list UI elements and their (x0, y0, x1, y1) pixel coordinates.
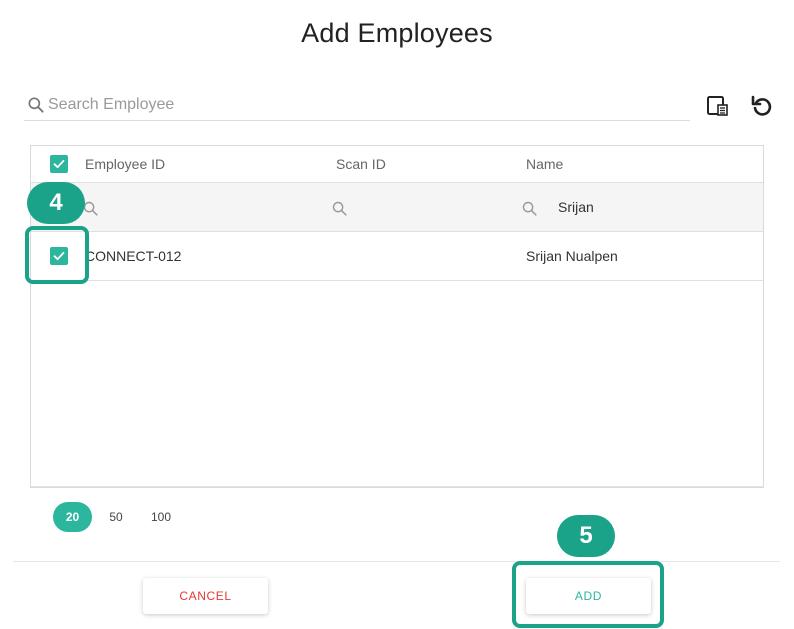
cell-name: Srijan Nualpen (526, 248, 618, 264)
search-icon (332, 201, 347, 216)
column-chooser-icon (707, 96, 728, 116)
grid-footer-line (30, 486, 764, 487)
page-size-option[interactable]: 50 (100, 502, 132, 532)
column-chooser-button[interactable] (705, 94, 729, 118)
footer-divider (13, 561, 780, 562)
page-size-option[interactable]: 20 (53, 502, 92, 532)
filter-row: Srijan (31, 183, 763, 232)
select-all-checkbox[interactable] (50, 155, 68, 173)
refresh-icon (751, 95, 772, 116)
column-header-employee-id[interactable]: Employee ID (85, 156, 165, 172)
cancel-button[interactable]: CANCEL (143, 578, 268, 614)
callout-badge-step-5: 5 (557, 515, 615, 557)
search-input[interactable] (48, 96, 648, 114)
callout-highlight-step-4 (25, 226, 89, 284)
page-size-option[interactable]: 100 (144, 502, 178, 532)
dialog-title: Add Employees (301, 18, 493, 48)
add-button[interactable]: ADD (526, 578, 651, 614)
column-header-name[interactable]: Name (526, 156, 563, 172)
grid-header: Employee ID Scan ID Name (31, 146, 763, 183)
search-bar (24, 90, 690, 121)
search-icon (522, 201, 537, 216)
checkmark-icon (53, 159, 65, 169)
column-header-scan-id[interactable]: Scan ID (336, 156, 386, 172)
refresh-button[interactable] (750, 94, 774, 118)
cell-employee-id: CONNECT-012 (85, 248, 182, 264)
table-row[interactable]: CONNECT-012 Srijan Nualpen (31, 232, 763, 281)
callout-badge-step-4: 4 (27, 182, 85, 224)
search-icon (28, 97, 44, 113)
name-filter-input[interactable]: Srijan (558, 199, 594, 215)
employee-grid: Employee ID Scan ID Name Srijan CONNECT-… (30, 145, 764, 488)
